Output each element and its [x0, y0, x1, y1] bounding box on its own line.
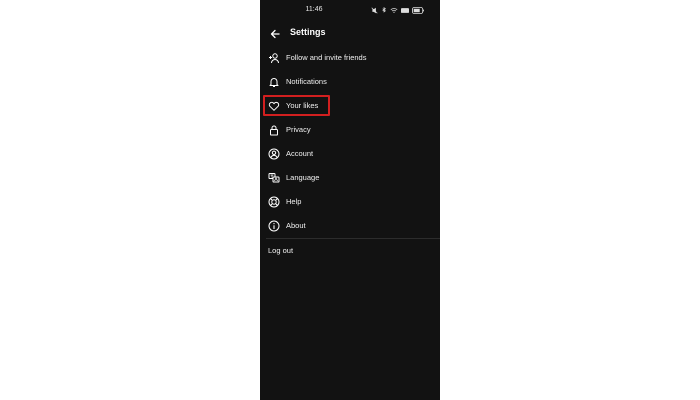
menu-item-label: Language: [286, 173, 320, 182]
menu-item-label: About: [286, 221, 306, 230]
menu-item-account[interactable]: Account: [260, 142, 440, 166]
add-person-icon: [268, 52, 280, 64]
menu-item-help[interactable]: Help: [260, 190, 440, 214]
menu-item-label: Notifications: [286, 77, 327, 86]
user-circle-icon: [268, 148, 280, 160]
phone-screen: 11:46 Settings Follow and invite friends…: [260, 0, 440, 400]
menu-item-about[interactable]: About: [260, 214, 440, 238]
header: Settings: [260, 22, 440, 44]
info-icon: [268, 220, 280, 232]
arrow-left-icon[interactable]: [269, 27, 281, 39]
settings-menu: Follow and invite friends Notifications …: [260, 46, 440, 238]
menu-item-label: Account: [286, 149, 314, 158]
heart-icon: [268, 100, 280, 112]
menu-item-label: Help: [286, 197, 302, 206]
menu-item-language[interactable]: Language: [260, 166, 440, 190]
menu-item-label: Follow and invite friends: [286, 53, 367, 62]
status-icons: [371, 6, 424, 14]
menu-item-label: Privacy: [286, 125, 311, 134]
menu-item-label: Your likes: [286, 101, 319, 110]
menu-item-follow-invite[interactable]: Follow and invite friends: [260, 46, 440, 70]
lock-icon: [268, 124, 280, 136]
page-title: Settings: [290, 27, 326, 37]
status-bar: 11:46: [260, 0, 440, 22]
menu-item-privacy[interactable]: Privacy: [260, 118, 440, 142]
bell-icon: [268, 76, 280, 88]
wifi-icon: [390, 7, 398, 14]
mute-icon: [371, 6, 378, 14]
menu-item-notifications[interactable]: Notifications: [260, 70, 440, 94]
signal-icon: [401, 7, 409, 14]
language-icon: [268, 172, 280, 184]
status-time: 11:46: [305, 6, 323, 13]
log-out-button[interactable]: Log out: [268, 246, 293, 255]
lifebuoy-icon: [268, 196, 280, 208]
menu-item-your-likes[interactable]: Your likes: [260, 94, 440, 118]
battery-icon: [412, 6, 424, 14]
bluetooth-icon: [381, 6, 387, 14]
divider: [266, 238, 440, 239]
